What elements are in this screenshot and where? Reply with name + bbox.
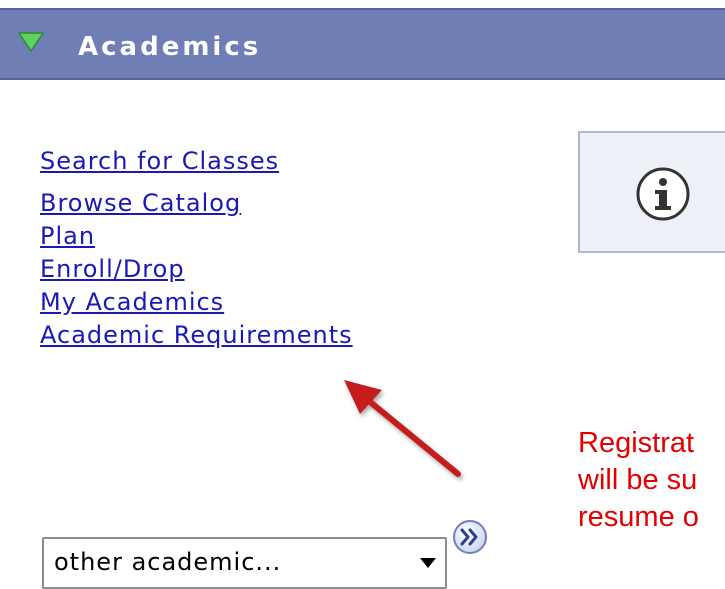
link-plan[interactable]: Plan: [40, 220, 353, 253]
section-title: Academics: [78, 32, 262, 62]
triangle-down-icon[interactable]: [18, 32, 44, 52]
academics-header[interactable]: Academics: [0, 8, 725, 80]
link-academic-requirements[interactable]: Academic Requirements: [40, 319, 353, 352]
caret-down-icon: [420, 558, 436, 568]
dropdown-value: other academic...: [54, 548, 282, 576]
info-panel: [578, 131, 725, 253]
link-browse-catalog[interactable]: Browse Catalog: [40, 187, 353, 220]
link-enroll-drop[interactable]: Enroll/Drop: [40, 253, 353, 286]
message-line: resume o: [578, 501, 699, 533]
message-line: will be su: [578, 464, 698, 496]
red-arrow-icon: [344, 380, 461, 477]
academic-links: Search for Classes Browse Catalog Plan E…: [40, 145, 353, 352]
other-academic-dropdown[interactable]: other academic...: [42, 537, 447, 589]
link-my-academics[interactable]: My Academics: [40, 286, 353, 319]
link-search-for-classes[interactable]: Search for Classes: [40, 145, 353, 178]
info-icon: [636, 167, 690, 221]
go-button[interactable]: [452, 519, 488, 555]
registration-message: Registrat will be su resume o: [578, 425, 699, 536]
message-line: Registrat: [578, 427, 695, 459]
